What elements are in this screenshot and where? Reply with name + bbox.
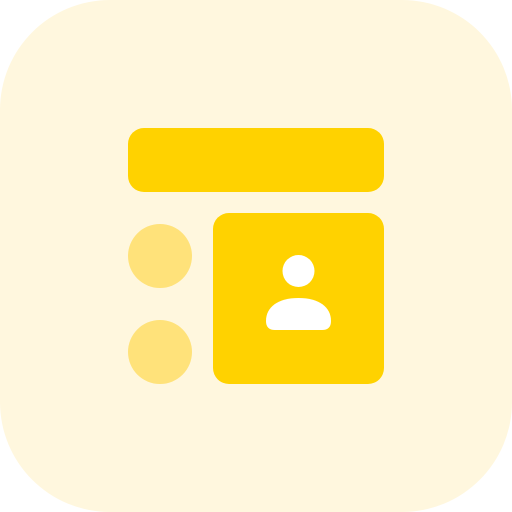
user-body-icon — [266, 298, 331, 330]
user-icon — [266, 255, 331, 330]
header-bar — [128, 128, 384, 192]
list-dot-bottom — [128, 320, 192, 384]
list-dot-top — [128, 224, 192, 288]
user-head-icon — [282, 255, 315, 287]
app-icon-tile — [0, 0, 512, 512]
profile-card — [213, 213, 384, 384]
